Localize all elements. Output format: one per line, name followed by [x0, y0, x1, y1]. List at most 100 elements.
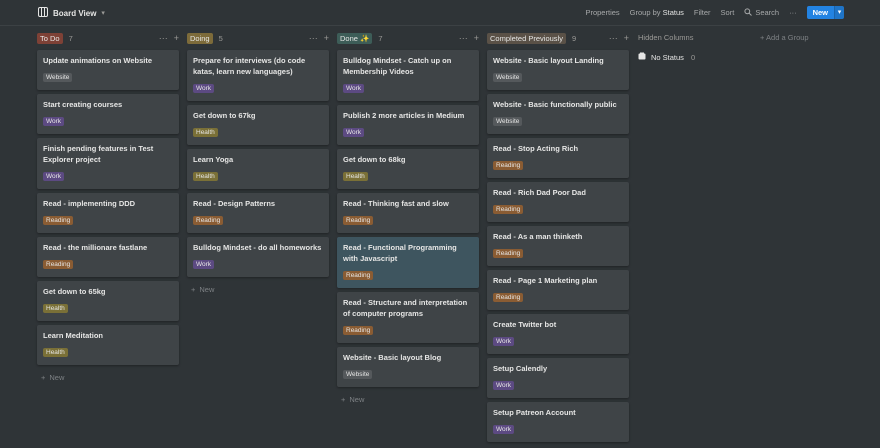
- column-cards: Bulldog Mindset - Catch up on Membership…: [337, 50, 479, 387]
- card-tag-badge: Website: [493, 73, 523, 82]
- column-add-icon[interactable]: +: [474, 33, 479, 43]
- card-tag-badge: Health: [43, 348, 68, 357]
- column-more-icon[interactable]: ···: [309, 33, 318, 43]
- card-tag-badge: Work: [493, 425, 515, 434]
- column-header: Doing 5 ··· +: [187, 32, 329, 44]
- board-card[interactable]: Setup Calendly Work: [487, 358, 629, 398]
- new-button[interactable]: New ▾: [806, 6, 844, 19]
- board-card[interactable]: Setup Patreon Account Work: [487, 402, 629, 442]
- column-status-tag[interactable]: Done ✨: [337, 32, 373, 44]
- card-title: Website - Basic layout Landing: [493, 56, 604, 65]
- board-card[interactable]: Website - Basic functionally public Websi…: [487, 94, 629, 134]
- card-title: Learn Yoga: [193, 155, 234, 164]
- board-card[interactable]: Prepare for interviews (do code katas, l…: [187, 50, 329, 101]
- no-status-icon: [638, 52, 646, 62]
- card-title: Update animations on Website: [43, 56, 153, 65]
- board-card[interactable]: Read - Stop Acting Rich Reading: [487, 138, 629, 178]
- card-tag-badge: Work: [193, 260, 215, 269]
- card-title: Publish 2 more articles in Medium: [343, 111, 465, 120]
- card-title: Bulldog Mindset - Catch up on Membership…: [343, 56, 452, 76]
- board-column: Done ✨ 7 ··· + Bulldog Mindset - Catch up on…: [337, 32, 479, 404]
- column-status-tag[interactable]: To Do: [37, 32, 63, 44]
- column-count: 9: [571, 33, 577, 43]
- add-group-button[interactable]: + Add a Group: [760, 33, 809, 42]
- card-tag-badge: Reading: [43, 260, 74, 269]
- plus-icon: +: [341, 395, 346, 404]
- card-tag-badge: Reading: [343, 216, 374, 225]
- board-card[interactable]: Read - implementing DDD Reading: [37, 193, 179, 233]
- card-title: Prepare for interviews (do code katas, l…: [193, 56, 306, 76]
- board-card[interactable]: Update animations on Website Website: [37, 50, 179, 90]
- filter-button[interactable]: Filter: [694, 8, 711, 17]
- card-tag-badge: Health: [343, 172, 368, 181]
- toolbar: Properties Group by Status Filter Sort S…: [585, 6, 844, 19]
- column-add-icon[interactable]: +: [624, 33, 629, 43]
- card-title: Finish pending features in Test Explorer…: [43, 144, 154, 164]
- group-by-button[interactable]: Group by Status: [630, 8, 684, 17]
- board-card[interactable]: Read - Design Patterns Reading: [187, 193, 329, 233]
- board-card[interactable]: Get down to 67kg Health: [187, 105, 329, 145]
- card-tag-badge: Reading: [43, 216, 74, 225]
- view-label: Board View: [53, 8, 97, 18]
- hidden-columns-heading: Hidden Columns: [638, 33, 694, 42]
- view-switcher[interactable]: Board View ▾: [38, 7, 105, 19]
- column-add-icon[interactable]: +: [174, 33, 179, 43]
- add-card-button[interactable]: + New: [187, 285, 329, 294]
- card-tag-badge: Health: [193, 128, 218, 137]
- board-card[interactable]: Learn Yoga Health: [187, 149, 329, 189]
- board-card[interactable]: Publish 2 more articles in Medium Work: [337, 105, 479, 145]
- properties-button[interactable]: Properties: [585, 8, 619, 17]
- board-card[interactable]: Read - Page 1 Marketing plan Reading: [487, 270, 629, 310]
- board-card[interactable]: Get down to 65kg Health: [37, 281, 179, 321]
- board-card[interactable]: Read - As a man thinketh Reading: [487, 226, 629, 266]
- board-card[interactable]: Read - Functional Programming with Javas…: [337, 237, 479, 288]
- board-card[interactable]: Read - Thinking fast and slow Reading: [337, 193, 479, 233]
- card-tag-badge: Work: [43, 172, 65, 181]
- column-more-icon[interactable]: ···: [459, 33, 468, 43]
- board-card[interactable]: Bulldog Mindset - Catch up on Membership…: [337, 50, 479, 101]
- board-view-icon: [38, 7, 48, 19]
- board-column: To Do 7 ··· + Update animations on Website We…: [37, 32, 179, 382]
- board-card[interactable]: Read - Rich Dad Poor Dad Reading: [487, 182, 629, 222]
- search-icon: [744, 7, 753, 18]
- board-card[interactable]: Website - Basic layout Landing Website: [487, 50, 629, 90]
- card-tag-badge: Reading: [493, 249, 524, 258]
- board-card[interactable]: Create Twitter bot Work: [487, 314, 629, 354]
- search-button[interactable]: Search: [744, 7, 779, 18]
- new-dropdown-caret[interactable]: ▾: [834, 6, 844, 19]
- no-status-group[interactable]: No Status 0: [638, 52, 748, 62]
- board-card[interactable]: Read - the millionare fastlane Reading: [37, 237, 179, 277]
- card-tag-badge: Work: [493, 337, 515, 346]
- sort-button[interactable]: Sort: [721, 8, 735, 17]
- card-title: Read - implementing DDD: [43, 199, 136, 208]
- new-button-label[interactable]: New: [806, 6, 834, 19]
- column-more-icon[interactable]: ···: [159, 33, 168, 43]
- card-title: Setup Patreon Account: [493, 408, 576, 417]
- card-tag-badge: Reading: [493, 161, 524, 170]
- column-status-tag[interactable]: Doing: [187, 32, 213, 44]
- board-card[interactable]: Finish pending features in Test Explorer…: [37, 138, 179, 189]
- card-title: Website - Basic functionally public: [493, 100, 617, 109]
- column-cards: Prepare for interviews (do code katas, l…: [187, 50, 329, 277]
- board-card[interactable]: Get down to 68kg Health: [337, 149, 479, 189]
- card-title: Read - Functional Programming with Javas…: [343, 243, 457, 263]
- column-header: Completed Previously 9 ··· +: [487, 32, 629, 44]
- column-add-icon[interactable]: +: [324, 33, 329, 43]
- card-title: Get down to 68kg: [343, 155, 406, 164]
- group-by-prefix: Group by: [629, 8, 661, 17]
- board-card[interactable]: Bulldog Mindset - do all homeworks Work: [187, 237, 329, 277]
- column-more-icon[interactable]: ···: [609, 33, 618, 43]
- more-options-button[interactable]: ···: [789, 8, 797, 17]
- card-tag-badge: Reading: [343, 271, 374, 280]
- column-count: 5: [218, 33, 223, 43]
- card-tag-badge: Work: [43, 117, 65, 126]
- add-card-button[interactable]: + New: [337, 395, 479, 404]
- add-card-button[interactable]: + New: [37, 373, 179, 382]
- board-card[interactable]: Read - Structure and interpretation of c…: [337, 292, 479, 343]
- board-card[interactable]: Website - Basic layout Blog Website: [337, 347, 479, 387]
- board-card[interactable]: Start creating courses Work: [37, 94, 179, 134]
- card-title: Learn Meditation: [43, 331, 104, 340]
- board-card[interactable]: Learn Meditation Health: [37, 325, 179, 365]
- card-title: Start creating courses: [43, 100, 123, 109]
- column-status-tag[interactable]: Completed Previously: [487, 32, 566, 44]
